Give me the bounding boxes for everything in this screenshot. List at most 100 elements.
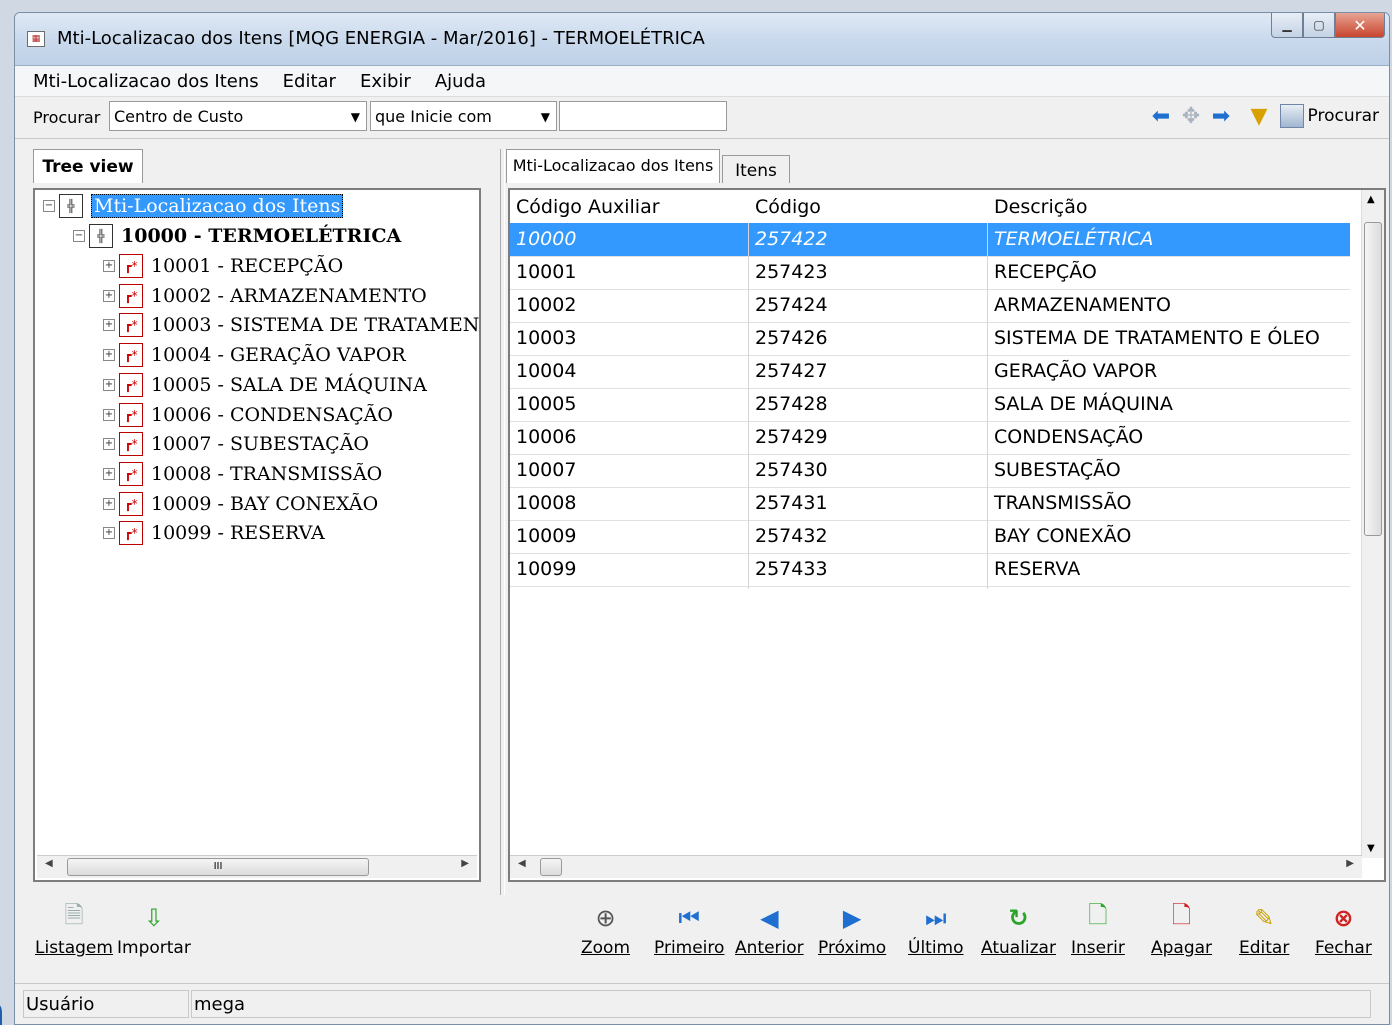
search-operator-select[interactable]: que Inicie com ▼ [370,101,557,131]
chevron-down-icon[interactable]: ▼ [541,102,550,132]
tree-node-child[interactable]: + ┏* 10003 - SISTEMA DE TRATAMEN [103,311,479,339]
expand-icon[interactable]: + [103,438,115,451]
chevron-down-icon[interactable]: ▼ [351,102,360,132]
search-nav-icons: ⬅ ✥ ➡ ▼ [1149,104,1271,129]
expand-icon[interactable]: + [103,260,115,272]
scroll-right-icon[interactable]: ▶ [1346,858,1354,869]
document-icon: 🗎 [64,900,84,929]
tab-itens[interactable]: Itens [722,155,790,183]
folder-tree-icon: ╬ [59,194,83,218]
location-icon: ┏* [119,491,143,516]
tree-node-child[interactable]: + ┏* 10004 - GERAÇÃO VAPOR [103,341,406,369]
grid-horizontal-scrollbar[interactable]: ◀ ▶ [510,855,1362,878]
scroll-thumb[interactable] [1364,222,1382,536]
anterior-button[interactable]: ◀ Anterior [735,904,804,958]
expand-icon[interactable]: + [103,319,115,332]
scroll-thumb[interactable]: III [67,858,369,876]
minimize-icon[interactable]: ▁ [1271,13,1303,38]
expand-icon[interactable]: + [103,467,115,480]
tree-view[interactable]: − ╬ Mti-Localizacao dos Itens − ╬ 10000 … [33,188,481,882]
expand-icon[interactable]: + [103,527,115,540]
column-header-codigo-auxiliar[interactable]: Código Auxiliar [516,196,660,218]
insert-icon: 🗋 [1088,900,1108,929]
tree-horizontal-scrollbar[interactable]: ◀ III ▶ [37,855,477,878]
tab-tree-view[interactable]: Tree view [33,149,143,183]
expand-icon[interactable]: + [103,408,115,421]
move-icon[interactable]: ✥ [1179,104,1203,129]
menu-ajuda[interactable]: Ajuda [435,71,486,92]
menu-mti[interactable]: Mti-Localizacao dos Itens [33,71,259,92]
importar-button[interactable]: ⇩ Importar [117,904,191,958]
procurar-button[interactable]: Procurar [1279,104,1379,128]
scroll-right-icon[interactable]: ▶ [461,858,469,869]
scroll-down-icon[interactable]: ▼ [1367,843,1375,854]
table-row[interactable]: 10005 257428 SALA DE MÁQUINA [510,388,1350,422]
collapse-icon[interactable]: − [43,200,55,212]
cell-codigo: 257427 [755,360,828,382]
expand-icon[interactable]: + [103,497,115,510]
close-icon[interactable]: ✕ [1335,13,1385,38]
scroll-left-icon[interactable]: ◀ [45,858,53,869]
tree-node-parent[interactable]: − ╬ 10000 - TERMOELÉTRICA [73,222,401,250]
scroll-up-icon[interactable]: ▲ [1367,194,1375,205]
cell-descricao: BAY CONEXÃO [994,525,1132,547]
table-row[interactable]: 10006 257429 CONDENSAÇÃO [510,421,1350,455]
inserir-button[interactable]: 🗋 Inserir [1071,900,1125,959]
menu-exibir[interactable]: Exibir [360,71,411,92]
tree-node-child[interactable]: + ┏* 10001 - RECEPÇÃO [103,252,343,280]
maximize-icon[interactable]: ▢ [1303,13,1335,38]
scroll-thumb[interactable] [540,858,562,876]
proximo-button[interactable]: ▶ Próximo [818,904,886,958]
listagem-button[interactable]: 🗎 Listagem [35,900,113,959]
tree-node-child[interactable]: + ┏* 10099 - RESERVA [103,519,325,547]
filter-icon[interactable]: ▼ [1247,104,1271,129]
collapse-icon[interactable]: − [73,230,85,242]
zoom-button[interactable]: ⊕ Zoom [581,904,630,958]
tree-node-child[interactable]: + ┏* 10005 - SALA DE MÁQUINA [103,371,427,399]
data-grid[interactable]: Código Auxiliar Código Descrição 10000 25… [508,188,1386,882]
ultimo-button[interactable]: ⏭ Último [908,904,964,958]
tree-node-child[interactable]: + ┏* 10002 - ARMAZENAMENTO [103,282,427,310]
expand-icon[interactable]: + [103,289,115,302]
tree-node-child[interactable]: + ┏* 10007 - SUBESTAÇÃO [103,430,369,458]
tree-node-root[interactable]: − ╬ Mti-Localizacao dos Itens [43,192,344,220]
app-icon[interactable]: ▦ [27,31,45,47]
menu-editar[interactable]: Editar [283,71,336,92]
cell-descricao: SISTEMA DE TRATAMENTO E ÓLEO [994,327,1320,349]
column-header-descricao[interactable]: Descrição [994,196,1087,218]
table-row[interactable]: 10008 257431 TRANSMISSÃO [510,487,1350,521]
table-row[interactable]: 10099 257433 RESERVA [510,553,1350,587]
cell-codigo-auxiliar: 10006 [516,426,577,448]
expand-icon[interactable]: + [103,349,115,362]
table-row[interactable]: 10002 257424 ARMAZENAMENTO [510,289,1350,323]
arrow-left-icon[interactable]: ⬅ [1149,104,1173,129]
tree-node-label: 10007 - SUBESTAÇÃO [151,433,370,456]
tree-node-child[interactable]: + ┏* 10009 - BAY CONEXÃO [103,490,378,518]
tree-node-child[interactable]: + ┏* 10006 - CONDENSAÇÃO [103,401,393,429]
arrow-right-icon[interactable]: ➡ [1209,104,1233,129]
fechar-button[interactable]: ⊗ Fechar [1315,904,1372,958]
cell-descricao: TERMOELÉTRICA [994,228,1154,250]
grid-vertical-scrollbar[interactable]: ▲ ▼ [1361,190,1384,858]
apagar-button[interactable]: 🗋 Apagar [1151,901,1212,959]
table-row[interactable]: 10004 257427 GERAÇÃO VAPOR [510,355,1350,389]
cell-descricao: TRANSMISSÃO [994,492,1132,514]
table-row[interactable]: 10003 257426 SISTEMA DE TRATAMENTO E ÓLEO [510,322,1350,356]
editar-button[interactable]: ✎ Editar [1239,904,1289,958]
expand-icon[interactable]: + [103,378,115,391]
atualizar-button[interactable]: ↻ Atualizar [981,904,1056,958]
table-row[interactable]: 10007 257430 SUBESTAÇÃO [510,454,1350,488]
tree-node-child[interactable]: + ┏* 10008 - TRANSMISSÃO [103,460,382,488]
scroll-left-icon[interactable]: ◀ [518,858,526,869]
atualizar-label: Atualizar [981,938,1056,958]
primeiro-button[interactable]: ⏮ Primeiro [654,904,724,958]
tab-localizacao[interactable]: Mti-Localizacao dos Itens [506,149,720,183]
search-field-select[interactable]: Centro de Custo ▼ [109,101,367,131]
search-input[interactable] [559,101,727,131]
table-row[interactable]: 10009 257432 BAY CONEXÃO [510,520,1350,554]
column-header-codigo[interactable]: Código [755,196,821,218]
column-divider [748,223,749,589]
table-row[interactable]: 10000 257422 TERMOELÉTRICA [510,223,1350,257]
table-row[interactable]: 10001 257423 RECEPÇÃO [510,256,1350,290]
panel-splitter[interactable] [500,149,505,895]
